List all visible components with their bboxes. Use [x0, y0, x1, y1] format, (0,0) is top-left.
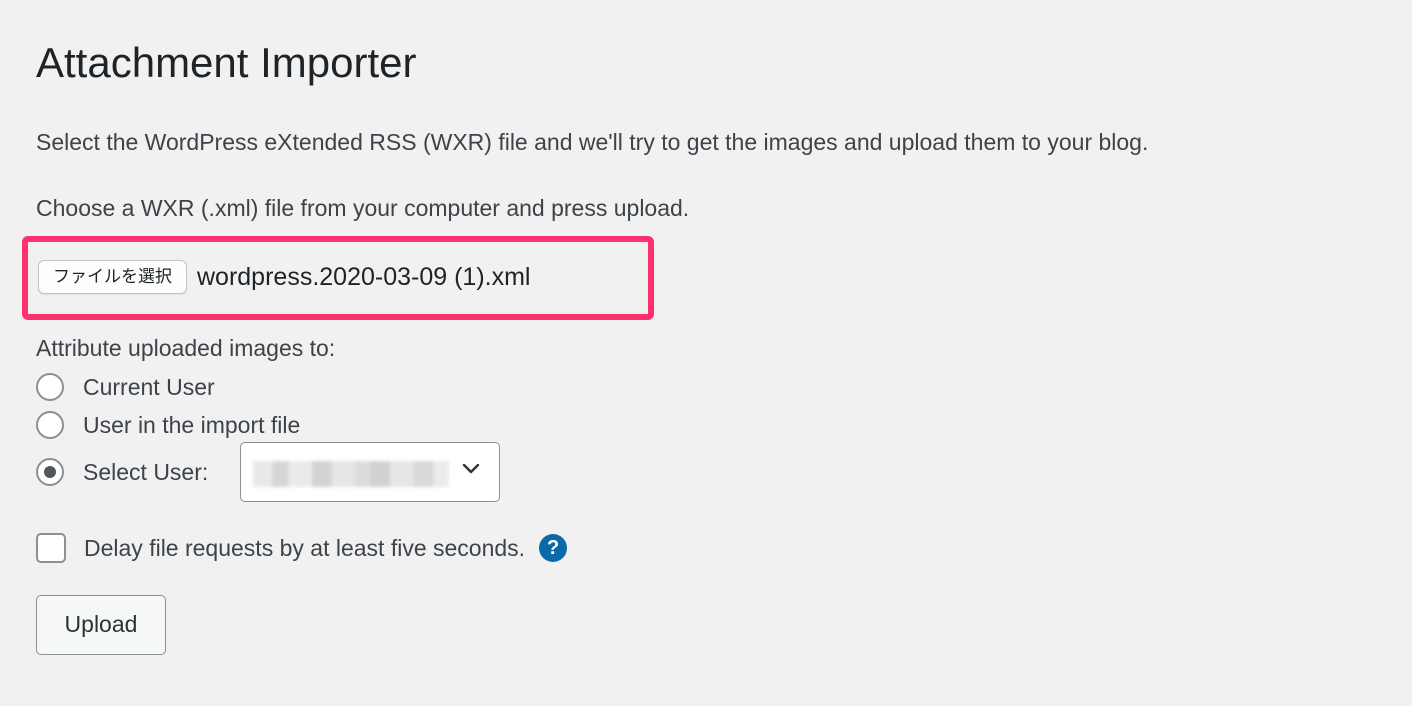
radio-label-select-user: Select User: — [83, 459, 209, 485]
page-title: Attachment Importer — [36, 39, 417, 86]
file-input-row: ファイルを選択 wordpress.2020-03-09 (1).xml — [38, 260, 530, 294]
delay-checkbox[interactable] — [36, 533, 66, 563]
radio-import-file-user[interactable] — [36, 411, 64, 439]
selected-file-name: wordpress.2020-03-09 (1).xml — [197, 262, 531, 291]
radio-select-user[interactable] — [36, 458, 64, 486]
chevron-down-icon — [462, 463, 480, 474]
choose-file-button[interactable]: ファイルを選択 — [38, 260, 187, 294]
help-icon[interactable]: ? — [539, 534, 568, 562]
attachment-importer-page: Attachment Importer Select the WordPress… — [0, 0, 1412, 706]
obscured-user-value — [253, 461, 449, 487]
radio-label-import-file-user: User in the import file — [83, 412, 301, 438]
delay-option-row: Delay file requests by at least five sec… — [36, 533, 568, 563]
radio-option-current-user[interactable]: Current User — [36, 372, 215, 402]
radio-option-select-user[interactable]: Select User: — [36, 457, 208, 487]
delay-label: Delay file requests by at least five sec… — [84, 535, 526, 561]
attribute-images-label: Attribute uploaded images to: — [36, 335, 336, 361]
upload-instruction: Choose a WXR (.xml) file from your compu… — [36, 195, 690, 221]
upload-button[interactable]: Upload — [36, 595, 166, 655]
radio-option-import-file-user[interactable]: User in the import file — [36, 410, 300, 440]
radio-current-user[interactable] — [36, 373, 64, 401]
radio-label-current-user: Current User — [83, 374, 215, 400]
select-user-dropdown[interactable] — [240, 442, 500, 502]
page-description: Select the WordPress eXtended RSS (WXR) … — [36, 129, 1149, 155]
